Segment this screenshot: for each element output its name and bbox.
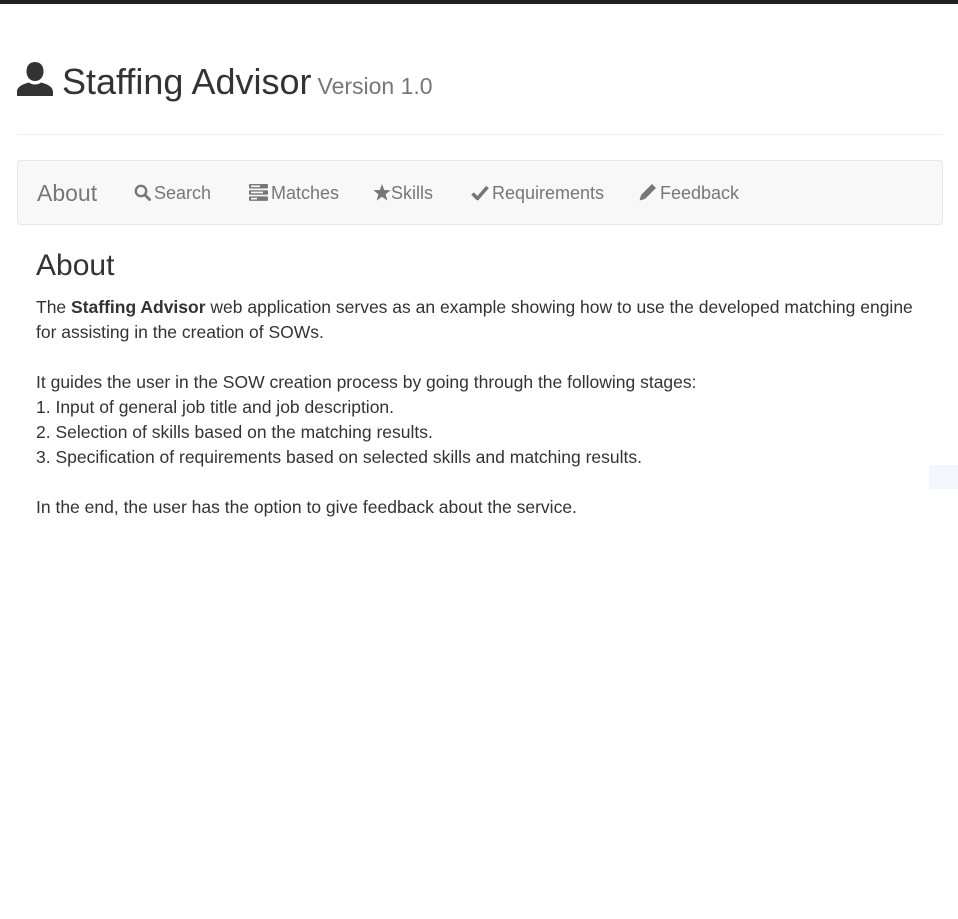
about-section: About The Staffing Advisor web applicati… [36, 246, 926, 520]
search-icon [134, 184, 151, 201]
nav-item-matches[interactable]: Matches [249, 182, 339, 204]
tasks-icon [249, 184, 268, 201]
stage-item: 2. Selection of skills based on the matc… [36, 422, 433, 442]
about-intro: The Staffing Advisor web application ser… [36, 295, 926, 345]
page-header: Staffing Advisor Version 1.0 [17, 56, 943, 135]
nav-item-label: Feedback [660, 183, 740, 203]
star-icon [373, 184, 391, 201]
nav-item-label: Skills [391, 183, 434, 203]
nav-brand-about[interactable]: About [37, 180, 97, 206]
user-icon [17, 62, 53, 96]
nav-item-label: Search [154, 183, 212, 203]
check-icon [471, 185, 489, 201]
navbar: About Search Matches Skills Requirements [17, 160, 943, 225]
nav-item-search[interactable]: Search [134, 182, 211, 204]
stage-item: 3. Specification of requirements based o… [36, 447, 643, 467]
side-tab [929, 465, 958, 489]
nav-item-skills[interactable]: Skills [373, 182, 433, 204]
page-title: Staffing Advisor Version 1.0 [62, 62, 433, 106]
stages-intro: It guides the user in the SOW creation p… [36, 372, 697, 392]
pencil-icon [639, 184, 656, 201]
closing-text: In the end, the user has the option to g… [36, 497, 577, 517]
app-title: Staffing Advisor [62, 61, 312, 102]
nav-item-requirements[interactable]: Requirements [471, 182, 604, 204]
nav-item-feedback[interactable]: Feedback [639, 182, 739, 204]
intro-app-name: Staffing Advisor [71, 297, 206, 317]
version-label: Version 1.0 [317, 73, 433, 99]
nav-item-label: Requirements [492, 183, 605, 203]
intro-prefix: The [36, 297, 72, 317]
nav-item-label: Matches [271, 183, 340, 203]
top-border [0, 0, 958, 4]
stage-item: 1. Input of general job title and job de… [36, 397, 395, 417]
about-heading: About [36, 249, 115, 282]
